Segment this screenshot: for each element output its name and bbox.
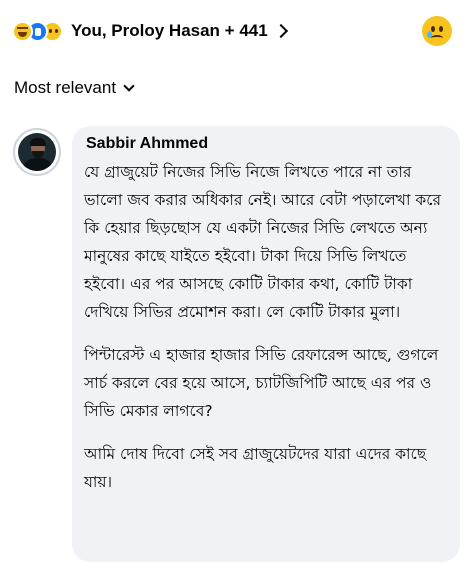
avatar-body <box>22 158 54 171</box>
avatar-photo <box>18 133 56 171</box>
comment-paragraph: পিন্টারেস্ট এ হাজার হাজার সিভি রেফারেন্স… <box>84 346 439 420</box>
comment-paragraph: যে গ্রাজুয়েট নিজের সিভি নিজে লিখতে পারে… <box>84 163 441 321</box>
sad-face-icon <box>431 35 443 41</box>
chevron-right-icon <box>273 23 288 39</box>
my-reaction-button[interactable] <box>422 16 452 46</box>
comment-author[interactable]: Sabbir Ahmmed <box>86 134 448 154</box>
chevron-down-icon <box>123 80 135 92</box>
sort-label: Most relevant <box>14 78 117 97</box>
reaction-icons[interactable] <box>12 20 63 42</box>
haha-reaction-icon <box>12 20 33 42</box>
avatar-hair <box>30 138 46 146</box>
comment-sort-dropdown[interactable]: Most relevant <box>14 78 135 98</box>
reactors-summary-link[interactable]: You, Proloy Hasan + 441 <box>71 21 288 41</box>
reactors-summary-text: You, Proloy Hasan + 441 <box>71 21 268 40</box>
avatar-beard <box>32 151 44 158</box>
comment-bubble: Sabbir Ahmmed যে গ্রাজুয়েট নিজের সিভি ন… <box>72 126 460 562</box>
avatar[interactable] <box>13 128 61 176</box>
reactions-bar: You, Proloy Hasan + 441 <box>12 14 462 48</box>
comment-paragraph: আমি দোষ দিবো সেই সব গ্রাজুয়েটদের যারা এ… <box>84 445 427 491</box>
